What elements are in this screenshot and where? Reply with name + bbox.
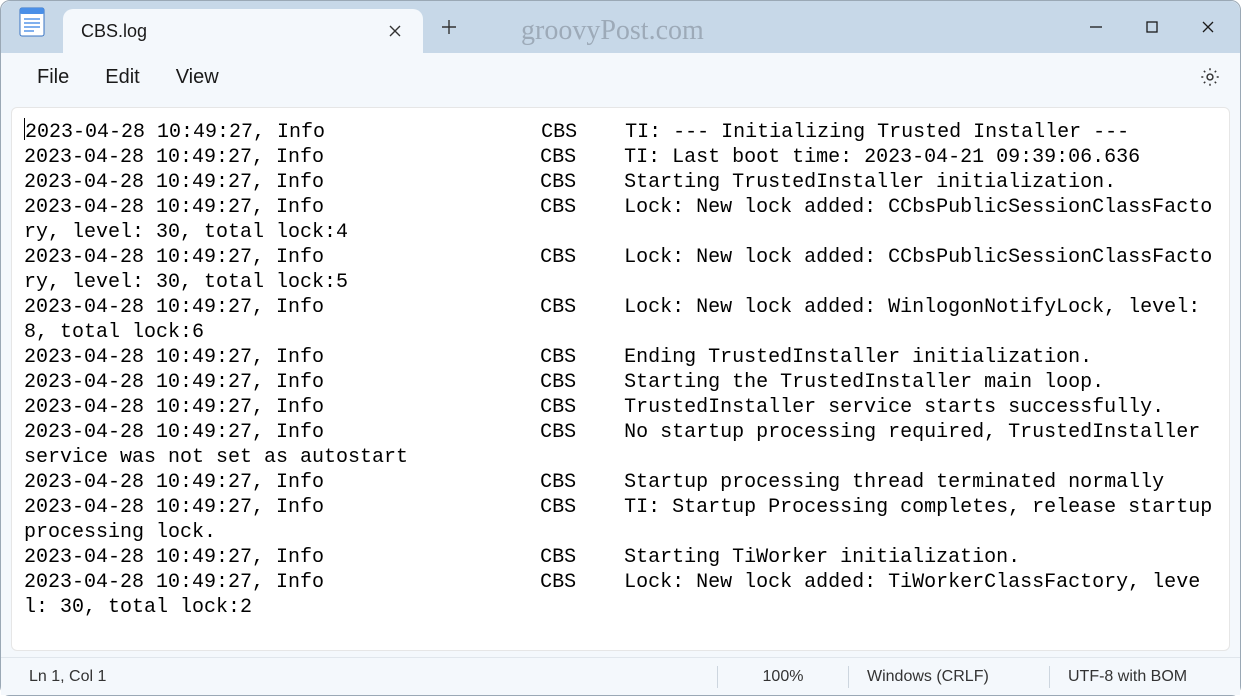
close-window-button[interactable] xyxy=(1180,5,1236,49)
status-zoom[interactable]: 100% xyxy=(718,658,848,695)
gear-icon xyxy=(1199,66,1221,88)
maximize-button[interactable] xyxy=(1124,5,1180,49)
editor-area: 2023-04-28 10:49:27, Info CBS TI: --- In… xyxy=(11,107,1230,651)
statusbar: Ln 1, Col 1 100% Windows (CRLF) UTF-8 wi… xyxy=(1,657,1240,695)
tab-strip: CBS.log xyxy=(63,1,469,53)
tab-close-button[interactable] xyxy=(381,17,409,45)
status-line-ending[interactable]: Windows (CRLF) xyxy=(849,658,1049,695)
maximize-icon xyxy=(1145,20,1159,34)
close-icon xyxy=(1201,20,1215,34)
menubar: File Edit View xyxy=(1,53,1240,101)
notepad-window: CBS.log groovyPost.com File Edit xyxy=(0,0,1241,696)
status-encoding[interactable]: UTF-8 with BOM xyxy=(1050,658,1230,695)
menu-file[interactable]: File xyxy=(19,58,87,97)
new-tab-button[interactable] xyxy=(429,7,469,47)
plus-icon xyxy=(441,19,457,35)
watermark-text: groovyPost.com xyxy=(521,15,704,47)
settings-button[interactable] xyxy=(1190,57,1230,97)
window-controls xyxy=(1068,1,1236,53)
text-editor[interactable]: 2023-04-28 10:49:27, Info CBS TI: --- In… xyxy=(12,108,1229,650)
status-cursor-position: Ln 1, Col 1 xyxy=(11,658,124,695)
minimize-icon xyxy=(1089,20,1103,34)
menu-edit[interactable]: Edit xyxy=(87,58,157,97)
titlebar: CBS.log groovyPost.com xyxy=(1,1,1240,53)
tab-title: CBS.log xyxy=(81,21,381,42)
editor-content: 2023-04-28 10:49:27, Info CBS TI: --- In… xyxy=(24,121,1224,619)
menu-view[interactable]: View xyxy=(158,58,237,97)
close-icon xyxy=(389,25,401,37)
tab-active[interactable]: CBS.log xyxy=(63,9,423,53)
minimize-button[interactable] xyxy=(1068,5,1124,49)
notepad-app-icon xyxy=(19,7,45,37)
